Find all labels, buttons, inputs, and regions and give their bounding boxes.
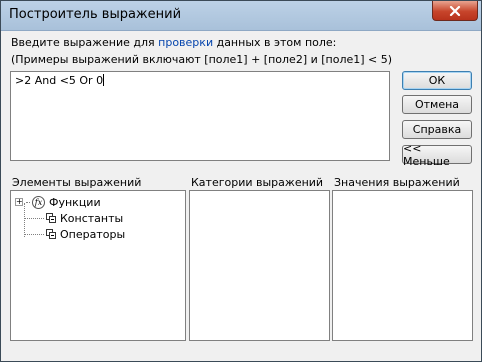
instruction-line-2: (Примеры выражений включают [поле1] + [п… bbox=[11, 53, 393, 66]
tree-connector bbox=[26, 201, 30, 203]
instruction-prefix: Введите выражение для bbox=[11, 36, 159, 49]
tree-connector bbox=[24, 217, 44, 219]
expression-text: >2 And <5 Or 0 bbox=[15, 74, 104, 87]
tree-item-constants[interactable]: Константы bbox=[15, 210, 123, 226]
help-button[interactable]: Справка bbox=[402, 120, 472, 139]
elements-label: Элементы выражений bbox=[12, 176, 142, 189]
validation-link[interactable]: проверки bbox=[158, 36, 213, 49]
ok-button[interactable]: ОК bbox=[402, 71, 472, 90]
instruction-line-1: Введите выражение для проверки данных в … bbox=[11, 36, 336, 49]
text-caret bbox=[103, 74, 105, 86]
close-icon bbox=[449, 5, 461, 16]
title-bar[interactable]: Построитель выражений bbox=[1, 1, 481, 31]
window-title: Построитель выражений bbox=[9, 7, 182, 22]
expression-values-list[interactable] bbox=[332, 190, 473, 341]
tree-item-label: Константы bbox=[60, 211, 124, 225]
expression-categories-list[interactable] bbox=[189, 190, 330, 341]
expression-builder-dialog: Построитель выражений Введите выражение … bbox=[0, 0, 482, 362]
cancel-button[interactable]: Отмена bbox=[402, 95, 472, 114]
operators-icon bbox=[46, 229, 56, 239]
tree-item-label: Функции bbox=[49, 195, 101, 209]
values-label: Значения выражений bbox=[334, 176, 460, 189]
expand-icon[interactable]: + bbox=[15, 198, 23, 206]
expression-input[interactable]: >2 And <5 Or 0 bbox=[10, 71, 390, 161]
tree-item-label: Операторы bbox=[60, 227, 126, 241]
instruction-suffix: данных в этом поле: bbox=[213, 36, 337, 49]
expression-elements-tree[interactable]: + fx Функции Константы Операторы bbox=[10, 190, 186, 341]
function-icon: fx bbox=[32, 195, 45, 209]
tree-connector bbox=[24, 233, 44, 235]
close-button[interactable] bbox=[432, 1, 478, 21]
categories-label: Категории выражений bbox=[191, 176, 324, 189]
less-button[interactable]: << Меньше bbox=[402, 142, 472, 168]
tree-item-operators[interactable]: Операторы bbox=[15, 226, 125, 242]
tree-item-functions[interactable]: + fx Функции bbox=[15, 194, 101, 210]
constants-icon bbox=[46, 213, 56, 223]
